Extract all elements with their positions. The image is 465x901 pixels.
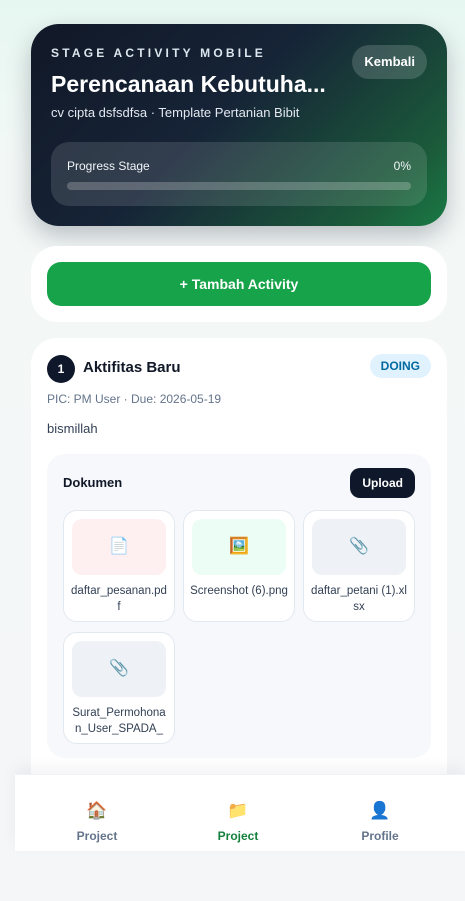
document-name: daftar_pesanan.pdf (71, 585, 167, 613)
nav-item-profile[interactable]: 👤 Profile (305, 775, 455, 852)
add-activity-button[interactable]: + Tambah Activity (47, 262, 431, 306)
header-eyebrow: STAGE ACTIVITY MOBILE (51, 46, 266, 60)
activity-title: Aktifitas Baru (83, 359, 181, 376)
upload-button[interactable]: Upload (350, 468, 415, 498)
document-item[interactable]: 📄 daftar_pesanan.pdf (63, 510, 175, 622)
bottom-navigation: 🏠 Project 📁 Project 👤 Profile (15, 774, 465, 851)
framed-picture-icon: 🖼️ (192, 519, 286, 575)
document-name: Surat_Permohonan_User_SPADA_I... (72, 707, 166, 735)
documents-title: Dokumen (63, 475, 123, 490)
activity-number-badge: 1 (47, 355, 75, 383)
activity-meta: PIC: PM User · Due: 2026-05-19 (47, 392, 222, 406)
progress-percent: 0% (393, 159, 411, 173)
activity-description: bismillah (47, 421, 98, 436)
stage-header-card: STAGE ACTIVITY MOBILE Perencanaan Kebutu… (31, 24, 447, 226)
nav-item-project[interactable]: 📁 Project (163, 775, 313, 852)
back-button[interactable]: Kembali (352, 45, 427, 79)
progress-card: Progress Stage 0% (51, 142, 427, 206)
activity-card: 1 Aktifitas Baru DOING PIC: PM User · Du… (31, 338, 447, 798)
page-subtitle: cv cipta dsfsdfsa · Template Pertanian B… (51, 105, 300, 120)
progress-label: Progress Stage (67, 159, 150, 173)
user-icon: 👤 (369, 801, 391, 820)
status-badge: DOING (369, 354, 431, 378)
paperclip-icon: 📎 (72, 641, 166, 697)
document-name: Screenshot (6).png (190, 585, 288, 597)
nav-label: Profile (361, 829, 399, 843)
house-icon: 🏠 (86, 801, 108, 820)
paperclip-icon: 📎 (312, 519, 406, 575)
documents-section: Dokumen Upload 📄 daftar_pesanan.pdf 🖼️ S… (47, 454, 431, 758)
add-activity-card: + Tambah Activity (31, 246, 447, 322)
folder-icon: 📁 (227, 801, 249, 820)
page-facing-up-icon: 📄 (72, 519, 166, 575)
nav-item-project-home[interactable]: 🏠 Project (22, 775, 172, 852)
progress-bar (67, 182, 411, 190)
nav-label: Project (76, 829, 118, 843)
nav-label: Project (217, 829, 259, 843)
document-item[interactable]: 📎 Surat_Permohonan_User_SPADA_I... (63, 632, 175, 744)
page-title: Perencanaan Kebutuha... (51, 71, 326, 97)
document-item[interactable]: 🖼️ Screenshot (6).png (183, 510, 295, 622)
document-name: daftar_petani (1).xlsx (311, 585, 407, 613)
document-item[interactable]: 📎 daftar_petani (1).xlsx (303, 510, 415, 622)
